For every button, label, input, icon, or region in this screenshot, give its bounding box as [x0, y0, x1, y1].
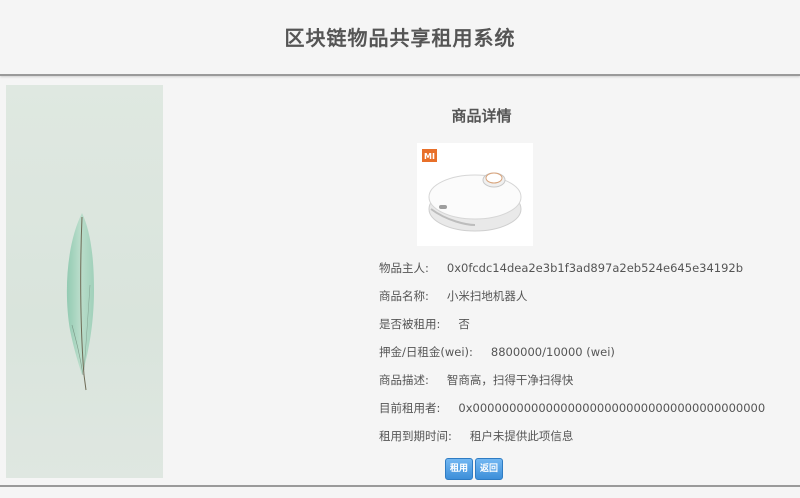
description-label: 商品描述:	[379, 373, 429, 387]
product-image: MI	[417, 143, 533, 246]
sidebar-feather-image	[6, 85, 163, 478]
expiry-value: 租户未提供此项信息	[469, 429, 574, 443]
detail-row-renter: 目前租用者: 0x00000000000000000000000000000000…	[379, 400, 765, 418]
detail-row-name: 商品名称: 小米扫地机器人	[379, 288, 527, 306]
detail-row-owner: 物品主人: 0x0fcdc14dea2e3b1f3ad897a2eb524e645…	[379, 260, 743, 278]
name-value: 小米扫地机器人	[446, 289, 528, 303]
renter-label: 目前租用者:	[379, 401, 441, 415]
description-value: 智商高，扫得干净扫得快	[446, 373, 574, 387]
feather-illustration	[66, 213, 94, 391]
detail-row-rented: 是否被租用: 否	[379, 316, 470, 334]
owner-label: 物品主人:	[379, 261, 429, 275]
detail-row-expiry: 租用到期时间: 租户未提供此项信息	[379, 428, 573, 446]
price-value: 8800000/10000 (wei)	[490, 345, 615, 359]
rented-label: 是否被租用:	[379, 317, 441, 331]
product-detail-panel: 商品详情 MI 物品主人: 0x0fcdc14dea2e3b1f3ad897a2e…	[163, 85, 800, 485]
action-buttons: 租用 返回	[445, 456, 505, 480]
detail-row-price: 押金/日租金(wei): 8800000/10000 (wei)	[379, 344, 615, 362]
detail-row-description: 商品描述: 智商高，扫得干净扫得快	[379, 372, 573, 390]
back-button[interactable]: 返回	[475, 458, 504, 480]
page-header: 区块链物品共享租用系统	[0, 0, 800, 76]
site-title: 区块链物品共享租用系统	[284, 26, 516, 50]
rent-button[interactable]: 租用	[445, 458, 474, 480]
rented-value: 否	[458, 317, 470, 331]
mi-logo-text: MI	[424, 152, 435, 161]
price-label: 押金/日租金(wei):	[379, 345, 473, 359]
name-label: 商品名称:	[379, 289, 429, 303]
expiry-label: 租用到期时间:	[379, 429, 452, 443]
section-title: 商品详情	[451, 107, 512, 125]
owner-value: 0x0fcdc14dea2e3b1f3ad897a2eb524e645e3419…	[446, 261, 744, 275]
renter-value: 0x00000000000000000000000000000000000000…	[458, 401, 766, 415]
footer-divider	[0, 485, 800, 487]
